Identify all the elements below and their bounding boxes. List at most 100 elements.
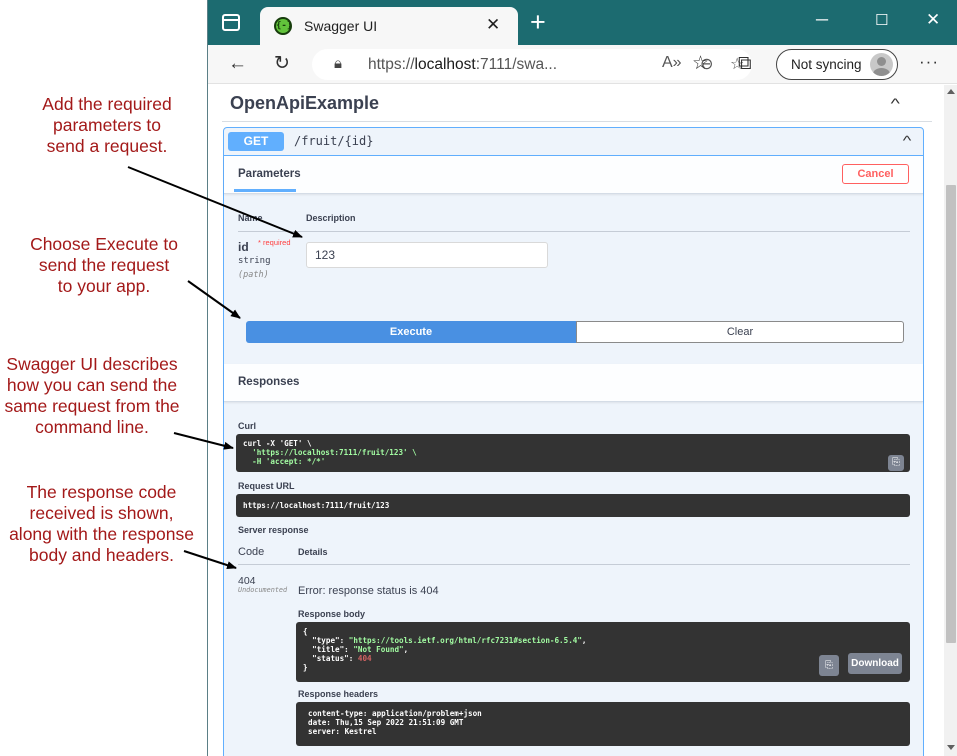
responses-header: Responses — [224, 364, 923, 402]
responses-title: Responses — [238, 376, 300, 388]
tab-actions-icon[interactable] — [222, 14, 240, 31]
profile-label: Not syncing — [791, 57, 862, 72]
response-error: Error: response status is 404 — [298, 585, 439, 597]
api-title: OpenApiExample — [230, 93, 380, 113]
tab-close-icon[interactable]: ✕ — [486, 15, 500, 35]
json-brace: } — [303, 663, 308, 672]
required-marker: * required — [258, 238, 291, 247]
param-name: id — [238, 240, 249, 254]
refresh-icon[interactable]: ↻ — [274, 53, 290, 75]
responses-divider — [238, 564, 910, 565]
param-location: (path) — [238, 270, 269, 280]
tab-title: Swagger UI — [304, 18, 378, 34]
scroll-down-icon[interactable] — [947, 745, 955, 750]
annotation-line: along with the response — [9, 524, 194, 544]
swagger-favicon-icon: {-} — [274, 17, 292, 35]
window-close-icon[interactable]: ✕ — [926, 10, 940, 30]
tab-underline — [234, 189, 296, 192]
annotation-line: send a request. — [46, 136, 168, 156]
maximize-icon[interactable]: ☐ — [875, 11, 888, 29]
header-line: content-type: application/problem+json — [308, 709, 482, 718]
header-line: date: Thu,15 Sep 2022 21:51:09 GMT — [308, 718, 464, 727]
screenshot-stage: Add the required parameters to send a re… — [0, 0, 957, 756]
collections-icon[interactable]: ⧉ — [738, 53, 752, 75]
json-key: "type" — [312, 636, 340, 645]
scroll-thumb[interactable] — [946, 185, 956, 643]
annotation-line: received is shown, — [29, 503, 174, 523]
annotation-line: Choose Execute to — [30, 234, 178, 254]
json-string: "Not Found" — [353, 645, 404, 654]
curl-line: curl -X 'GET' \ — [243, 439, 312, 448]
annotation-line: Add the required — [42, 94, 172, 114]
curl-label: Curl — [238, 421, 256, 431]
copy-body-icon[interactable]: ⎘ — [819, 655, 839, 676]
col-name-header: Name — [238, 213, 263, 223]
browser-window: {-} Swagger UI ✕ + ─ ☐ ✕ ← ↻ 🔒︎ https://… — [207, 0, 957, 756]
page-viewport: OpenApiExample ^ GET /fruit/{id} ^ Param… — [208, 85, 944, 756]
minimize-icon[interactable]: ─ — [816, 10, 828, 30]
operation-path: /fruit/{id} — [294, 134, 374, 148]
lock-icon[interactable]: 🔒︎ — [334, 55, 342, 72]
collapse-api-icon[interactable]: ^ — [891, 95, 900, 111]
scroll-up-icon[interactable] — [947, 89, 955, 94]
favorites-icon[interactable]: ☆ — [692, 53, 709, 75]
download-button[interactable]: Download — [848, 653, 902, 674]
response-headers-block: content-type: application/problem+json d… — [296, 702, 910, 746]
annotation-line: body and headers. — [29, 545, 174, 565]
more-options-icon[interactable]: ··· — [919, 52, 939, 72]
server-response-label: Server response — [238, 525, 309, 535]
annotation-line: The response code — [26, 482, 177, 502]
curl-line: 'https://localhost:7111/fruit/123' \ — [243, 448, 417, 457]
response-body-label: Response body — [298, 609, 366, 619]
execute-button[interactable]: Execute — [246, 321, 576, 343]
id-input[interactable]: 123 — [306, 242, 548, 268]
url-prefix: https:// — [368, 56, 415, 73]
operation-block: GET /fruit/{id} ^ Parameters Cancel Name… — [223, 127, 924, 756]
json-number: 404 — [357, 654, 372, 663]
curl-block[interactable]: curl -X 'GET' \ 'https://localhost:7111/… — [236, 434, 910, 472]
profile-button[interactable]: Not syncing — [776, 49, 898, 80]
col-details-header: Details — [298, 547, 328, 557]
back-icon[interactable]: ← — [228, 53, 247, 75]
new-tab-icon[interactable]: + — [530, 7, 546, 37]
title-divider — [222, 121, 932, 122]
json-brace: { — [303, 627, 308, 636]
annotation-line: send the request — [38, 255, 170, 275]
clear-button[interactable]: Clear — [576, 321, 904, 343]
url-host: localhost — [414, 56, 476, 73]
read-aloud-icon[interactable]: A» — [662, 54, 682, 72]
copy-curl-icon[interactable]: ⎘ — [888, 455, 904, 471]
browser-titlebar: {-} Swagger UI ✕ + ─ ☐ ✕ — [208, 0, 957, 45]
browser-tab[interactable]: {-} Swagger UI ✕ — [260, 7, 518, 45]
annotation-line: same request from the — [4, 396, 180, 416]
json-key: "title" — [312, 645, 345, 654]
annotation-line: how you can send the — [6, 375, 178, 395]
cancel-button[interactable]: Cancel — [842, 164, 909, 184]
page-scrollbar[interactable] — [944, 85, 957, 756]
request-url: https://localhost:7111/fruit/123 — [243, 501, 390, 510]
response-body-block[interactable]: { "type": "https://tools.ietf.org/html/r… — [296, 622, 910, 682]
request-url-block: https://localhost:7111/fruit/123 — [236, 494, 910, 517]
annotation-line: parameters to — [53, 115, 161, 135]
operation-summary[interactable]: GET /fruit/{id} ^ — [224, 128, 923, 156]
response-headers-label: Response headers — [298, 689, 379, 699]
tab-parameters[interactable]: Parameters — [238, 168, 301, 180]
params-divider — [238, 231, 910, 232]
json-key: "status" — [312, 654, 349, 663]
profile-avatar-icon — [870, 53, 893, 76]
url-rest: :7111/swa... — [475, 56, 557, 73]
annotation-parameters: Add the required parameters to send a re… — [22, 94, 192, 157]
browser-toolbar: ← ↻ 🔒︎ https://localhost:7111/swa... A» … — [208, 45, 957, 84]
method-badge: GET — [228, 132, 284, 151]
annotation-line: to your app. — [57, 276, 151, 296]
request-url-label: Request URL — [238, 481, 295, 491]
annotation-curl: Swagger UI describes how you can send th… — [0, 354, 184, 438]
collapse-operation-icon[interactable]: ^ — [903, 133, 912, 148]
annotation-response: The response code received is shown, alo… — [0, 482, 203, 566]
undocumented-label: Undocumented — [238, 586, 288, 594]
annotation-execute: Choose Execute to send the request to yo… — [14, 234, 194, 297]
address-bar[interactable]: 🔒︎ https://localhost:7111/swa... A» ⊖ ☆ — [312, 49, 752, 80]
address-url[interactable]: https://localhost:7111/swa... — [368, 56, 557, 74]
curl-line: -H 'accept: */*' — [243, 457, 326, 466]
col-code-header: Code — [238, 546, 265, 558]
